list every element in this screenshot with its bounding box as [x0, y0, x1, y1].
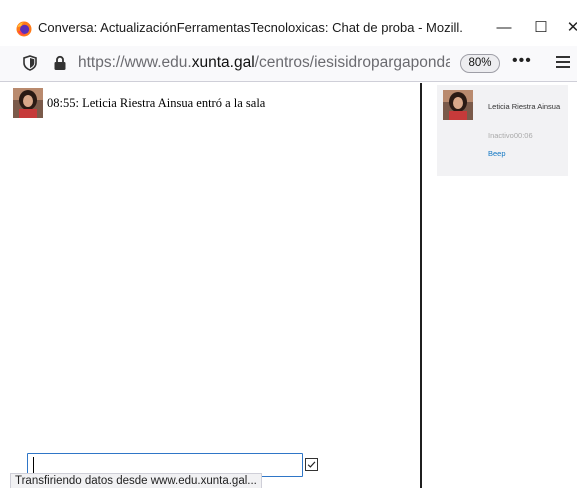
- navigation-bar: https://www.edu.xunta.gal/centros/iesisi…: [0, 46, 577, 82]
- page-actions-button[interactable]: •••: [512, 52, 532, 70]
- status-bar: Transfiriendo datos desde www.edu.xunta.…: [10, 473, 262, 488]
- user-status: Inactivo00:06: [488, 131, 533, 140]
- pane-divider[interactable]: [420, 83, 422, 488]
- firefox-icon: [16, 21, 32, 37]
- close-button[interactable]: ✕: [558, 14, 577, 40]
- user-name: Leticia Riestra Ainsua: [488, 102, 561, 111]
- checkbox-icon[interactable]: [305, 458, 318, 471]
- lock-icon[interactable]: [53, 55, 67, 71]
- page-content: 08:55: Leticia Riestra Ainsua entró a la…: [0, 83, 577, 488]
- avatar: [13, 88, 43, 118]
- url-path: /centros/iesisidropargapondal/aula: [254, 54, 450, 71]
- shield-icon[interactable]: [23, 55, 37, 71]
- beep-link[interactable]: Beep: [488, 149, 506, 158]
- chat-messages-pane: 08:55: Leticia Riestra Ainsua entró a la…: [0, 83, 420, 488]
- maximize-button[interactable]: ☐: [526, 14, 556, 40]
- url-host: xunta.gal: [191, 54, 255, 71]
- avatar: [443, 90, 473, 120]
- window-title: Conversa: ActualizaciónFerramentasTecnol…: [38, 20, 462, 35]
- url-bar[interactable]: https://www.edu.xunta.gal/centros/iesisi…: [78, 54, 450, 72]
- title-bar: Conversa: ActualizaciónFerramentasTecnol…: [0, 0, 577, 46]
- zoom-level-button[interactable]: 80%: [460, 54, 500, 73]
- text-caret: [33, 457, 34, 473]
- chat-message: 08:55: Leticia Riestra Ainsua entró a la…: [13, 88, 265, 118]
- minimize-button[interactable]: —: [489, 14, 519, 40]
- hamburger-menu-icon[interactable]: [556, 56, 570, 68]
- chat-message-text: 08:55: Leticia Riestra Ainsua entró a la…: [47, 96, 266, 110]
- user-list-item: Leticia Riestra Ainsua Inactivo00:06 Bee…: [437, 85, 568, 176]
- url-prefix: https://www.edu.: [78, 54, 192, 71]
